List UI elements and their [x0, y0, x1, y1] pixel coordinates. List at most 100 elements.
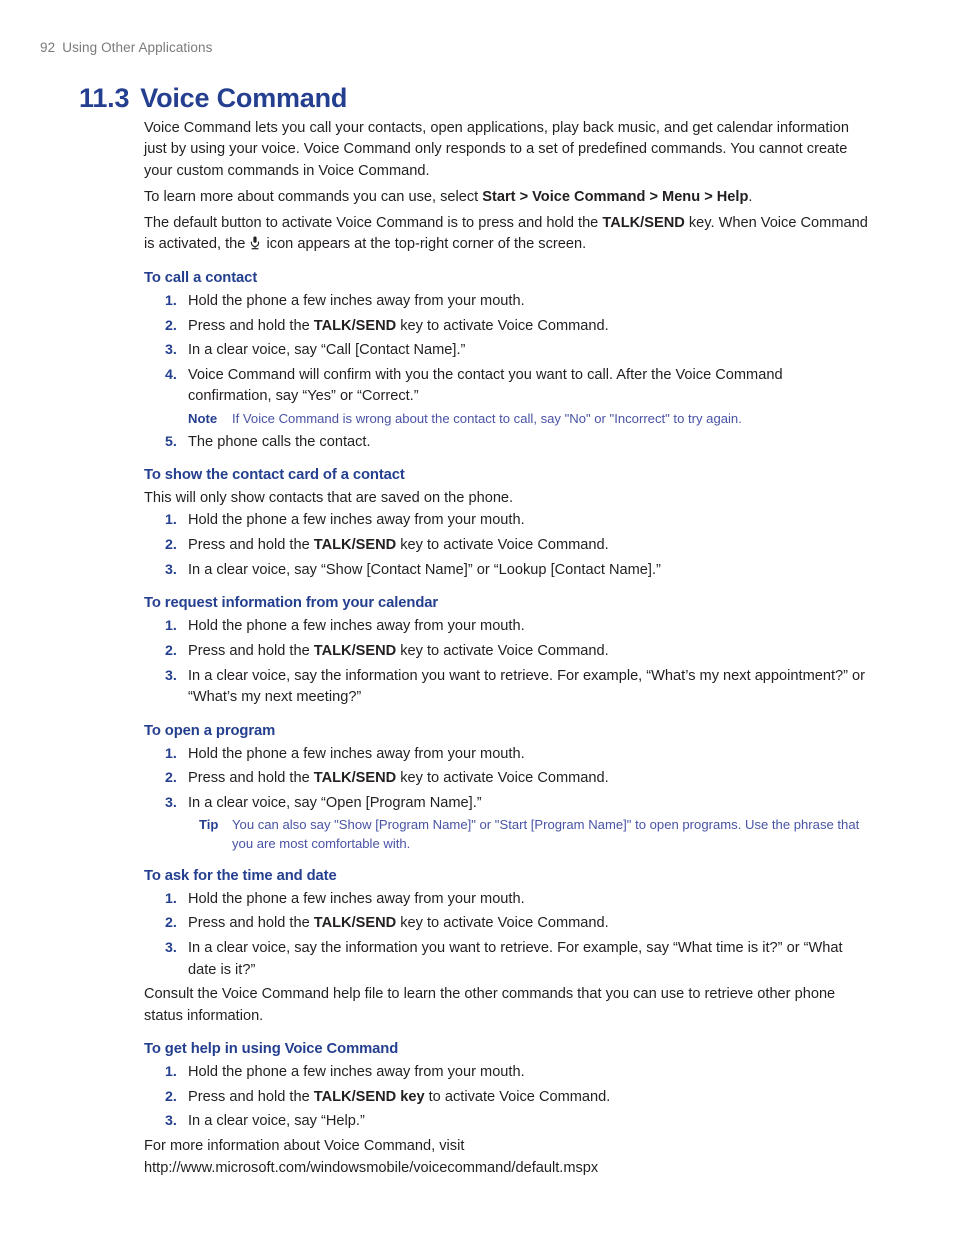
step-text: The phone calls the contact.	[188, 433, 371, 450]
step-number: 3.	[165, 795, 177, 812]
list-item: 2. Press and hold the TALK/SEND key to ac…	[144, 316, 868, 337]
list-item: 4. Voice Command will confirm with you th…	[144, 365, 868, 428]
step-text-bold: TALK/SEND	[313, 770, 397, 787]
step-number: 2.	[165, 770, 177, 787]
chapter-number: 11.3	[79, 83, 130, 113]
list-item: 1. Hold the phone a few inches away from …	[144, 291, 868, 312]
footer-paragraph: For more information about Voice Command…	[144, 1138, 599, 1176]
document-body: Voice Command lets you call your contact…	[144, 118, 868, 1180]
list-item: 2. Press and hold the TALK/SEND key to ac…	[144, 641, 868, 662]
list-item: 2. Press and hold the TALK/SEND key to ac…	[144, 913, 868, 934]
step-text-after: key to activate Voice Command.	[396, 317, 609, 334]
step-text: In a clear voice, say “Open [Program Nam…	[188, 795, 482, 812]
note-callout: Note If Voice Command is wrong about the …	[188, 410, 868, 429]
menu-path-bold: Start > Voice Command > Menu > Help	[482, 188, 749, 205]
step-number: 2.	[165, 317, 177, 334]
step-text-before: Press and hold the	[188, 915, 314, 932]
microphone-icon	[250, 236, 260, 250]
step-number: 3.	[165, 667, 177, 684]
step-number: 2.	[165, 537, 177, 554]
step-text-before: Press and hold the	[188, 317, 314, 334]
section-after-text-ask-time-and-date: Consult the Voice Command help file to l…	[144, 986, 836, 1024]
step-text-after: key to activate Voice Command.	[396, 537, 609, 554]
list-item: 1. Hold the phone a few inches away from …	[144, 1062, 868, 1083]
section-heading-request-calendar-info: To request information from your calenda…	[144, 595, 439, 612]
tip-label: Tip	[199, 817, 219, 833]
steps-list-show-contact-card: 1. Hold the phone a few inches away from …	[144, 510, 868, 581]
steps-list-get-help: 1. Hold the phone a few inches away from …	[144, 1062, 868, 1133]
step-text: Hold the phone a few inches away from yo…	[188, 512, 525, 529]
step-text: Hold the phone a few inches away from yo…	[188, 890, 525, 907]
talk-send-bold: TALK/SEND	[602, 215, 685, 232]
step-number: 3.	[165, 940, 177, 957]
section-heading-ask-time-and-date: To ask for the time and date	[144, 867, 337, 884]
step-text-after: key to activate Voice Command.	[396, 915, 609, 932]
section-heading-get-help: To get help in using Voice Command	[144, 1040, 399, 1057]
list-item: 1. Hold the phone a few inches away from …	[144, 616, 868, 637]
note-label: Note	[188, 410, 218, 426]
list-item: 2. Press and hold the TALK/SEND key to ac…	[144, 768, 868, 789]
page-title: 11.3 Voice Command	[79, 83, 347, 114]
list-item: 2. Press and hold the TALK/SEND key to ac…	[144, 535, 868, 556]
step-text: In a clear voice, say “Call [Contact Nam…	[188, 342, 466, 359]
step-text: Hold the phone a few inches away from yo…	[188, 1063, 525, 1080]
list-item: 3. In a clear voice, say the information …	[144, 938, 868, 981]
running-head: 92 Using Other Applications	[40, 40, 212, 55]
step-number: 3.	[165, 342, 177, 359]
step-number: 1.	[165, 745, 177, 762]
intro-p3-before: The default button to activate Voice Com…	[144, 215, 603, 232]
intro-p2-after: .	[748, 188, 753, 205]
step-number: 1.	[165, 292, 177, 309]
step-text-before: Press and hold the	[188, 643, 314, 660]
step-text-after: to activate Voice Command.	[424, 1088, 611, 1105]
step-number: 2.	[165, 1088, 177, 1105]
intro-paragraph-1: Voice Command lets you call your contact…	[144, 120, 849, 179]
step-text: In a clear voice, say “Help.”	[188, 1113, 365, 1130]
step-text-before: Press and hold the	[188, 770, 314, 787]
running-head-section: Using Other Applications	[62, 40, 213, 55]
step-number: 1.	[165, 512, 177, 529]
list-item: 3. In a clear voice, say “Call [Contact N…	[144, 340, 868, 361]
step-text: Hold the phone a few inches away from yo…	[188, 292, 525, 309]
list-item: 3. In a clear voice, say the information …	[144, 666, 868, 709]
tip-text: You can also say "Show [Program Name]" o…	[232, 817, 860, 852]
step-text-bold: TALK/SEND key	[313, 1088, 425, 1105]
intro-p2-before: To learn more about commands you can use…	[144, 188, 483, 205]
step-text-after: key to activate Voice Command.	[396, 770, 609, 787]
step-text: Hold the phone a few inches away from yo…	[188, 745, 525, 762]
step-number: 2.	[165, 915, 177, 932]
step-text-bold: TALK/SEND	[313, 915, 397, 932]
step-number: 1.	[165, 618, 177, 635]
step-number: 2.	[165, 643, 177, 660]
page-number: 92	[40, 40, 56, 55]
intro-p3-after: icon appears at the top-right corner of …	[262, 236, 587, 253]
step-text-before: Press and hold the	[188, 537, 314, 554]
section-lead-show-contact-card: This will only show contacts that are sa…	[144, 490, 514, 507]
step-number: 1.	[165, 1063, 177, 1080]
steps-list-ask-time-and-date: 1. Hold the phone a few inches away from …	[144, 889, 868, 981]
intro-paragraph-2: To learn more about commands you can use…	[144, 187, 868, 208]
chapter-title-text: Voice Command	[140, 83, 348, 113]
step-text: Voice Command will confirm with you the …	[188, 367, 783, 405]
step-text: In a clear voice, say the information yo…	[188, 940, 843, 978]
step-text: Hold the phone a few inches away from yo…	[188, 618, 525, 635]
step-number: 4.	[165, 367, 177, 384]
document-page: 92 Using Other Applications 11.3 Voice Com…	[0, 0, 954, 1235]
steps-list-open-a-program: 1. Hold the phone a few inches away from …	[144, 744, 868, 854]
list-item: 1. Hold the phone a few inches away from …	[144, 744, 868, 765]
steps-list-request-calendar-info: 1. Hold the phone a few inches away from …	[144, 616, 868, 708]
step-text-bold: TALK/SEND	[313, 537, 397, 554]
step-text: In a clear voice, say the information yo…	[188, 667, 866, 706]
step-text-before: Press and hold the	[188, 1088, 314, 1105]
list-item: 1. Hold the phone a few inches away from …	[144, 510, 868, 531]
step-number: 3.	[165, 1113, 177, 1130]
tip-callout: Tip You can also say "Show [Program Name]…	[188, 816, 868, 853]
step-text: In a clear voice, say “Show [Contact Nam…	[188, 562, 661, 579]
list-item: 5. The phone calls the contact.	[144, 432, 868, 453]
note-text: If Voice Command is wrong about the cont…	[232, 410, 742, 426]
step-text-after: key to activate Voice Command.	[396, 643, 609, 660]
step-number: 5.	[165, 433, 177, 450]
steps-list-call-a-contact: 1. Hold the phone a few inches away from …	[144, 291, 868, 453]
step-text-bold: TALK/SEND	[313, 317, 397, 334]
step-number: 1.	[165, 890, 177, 907]
